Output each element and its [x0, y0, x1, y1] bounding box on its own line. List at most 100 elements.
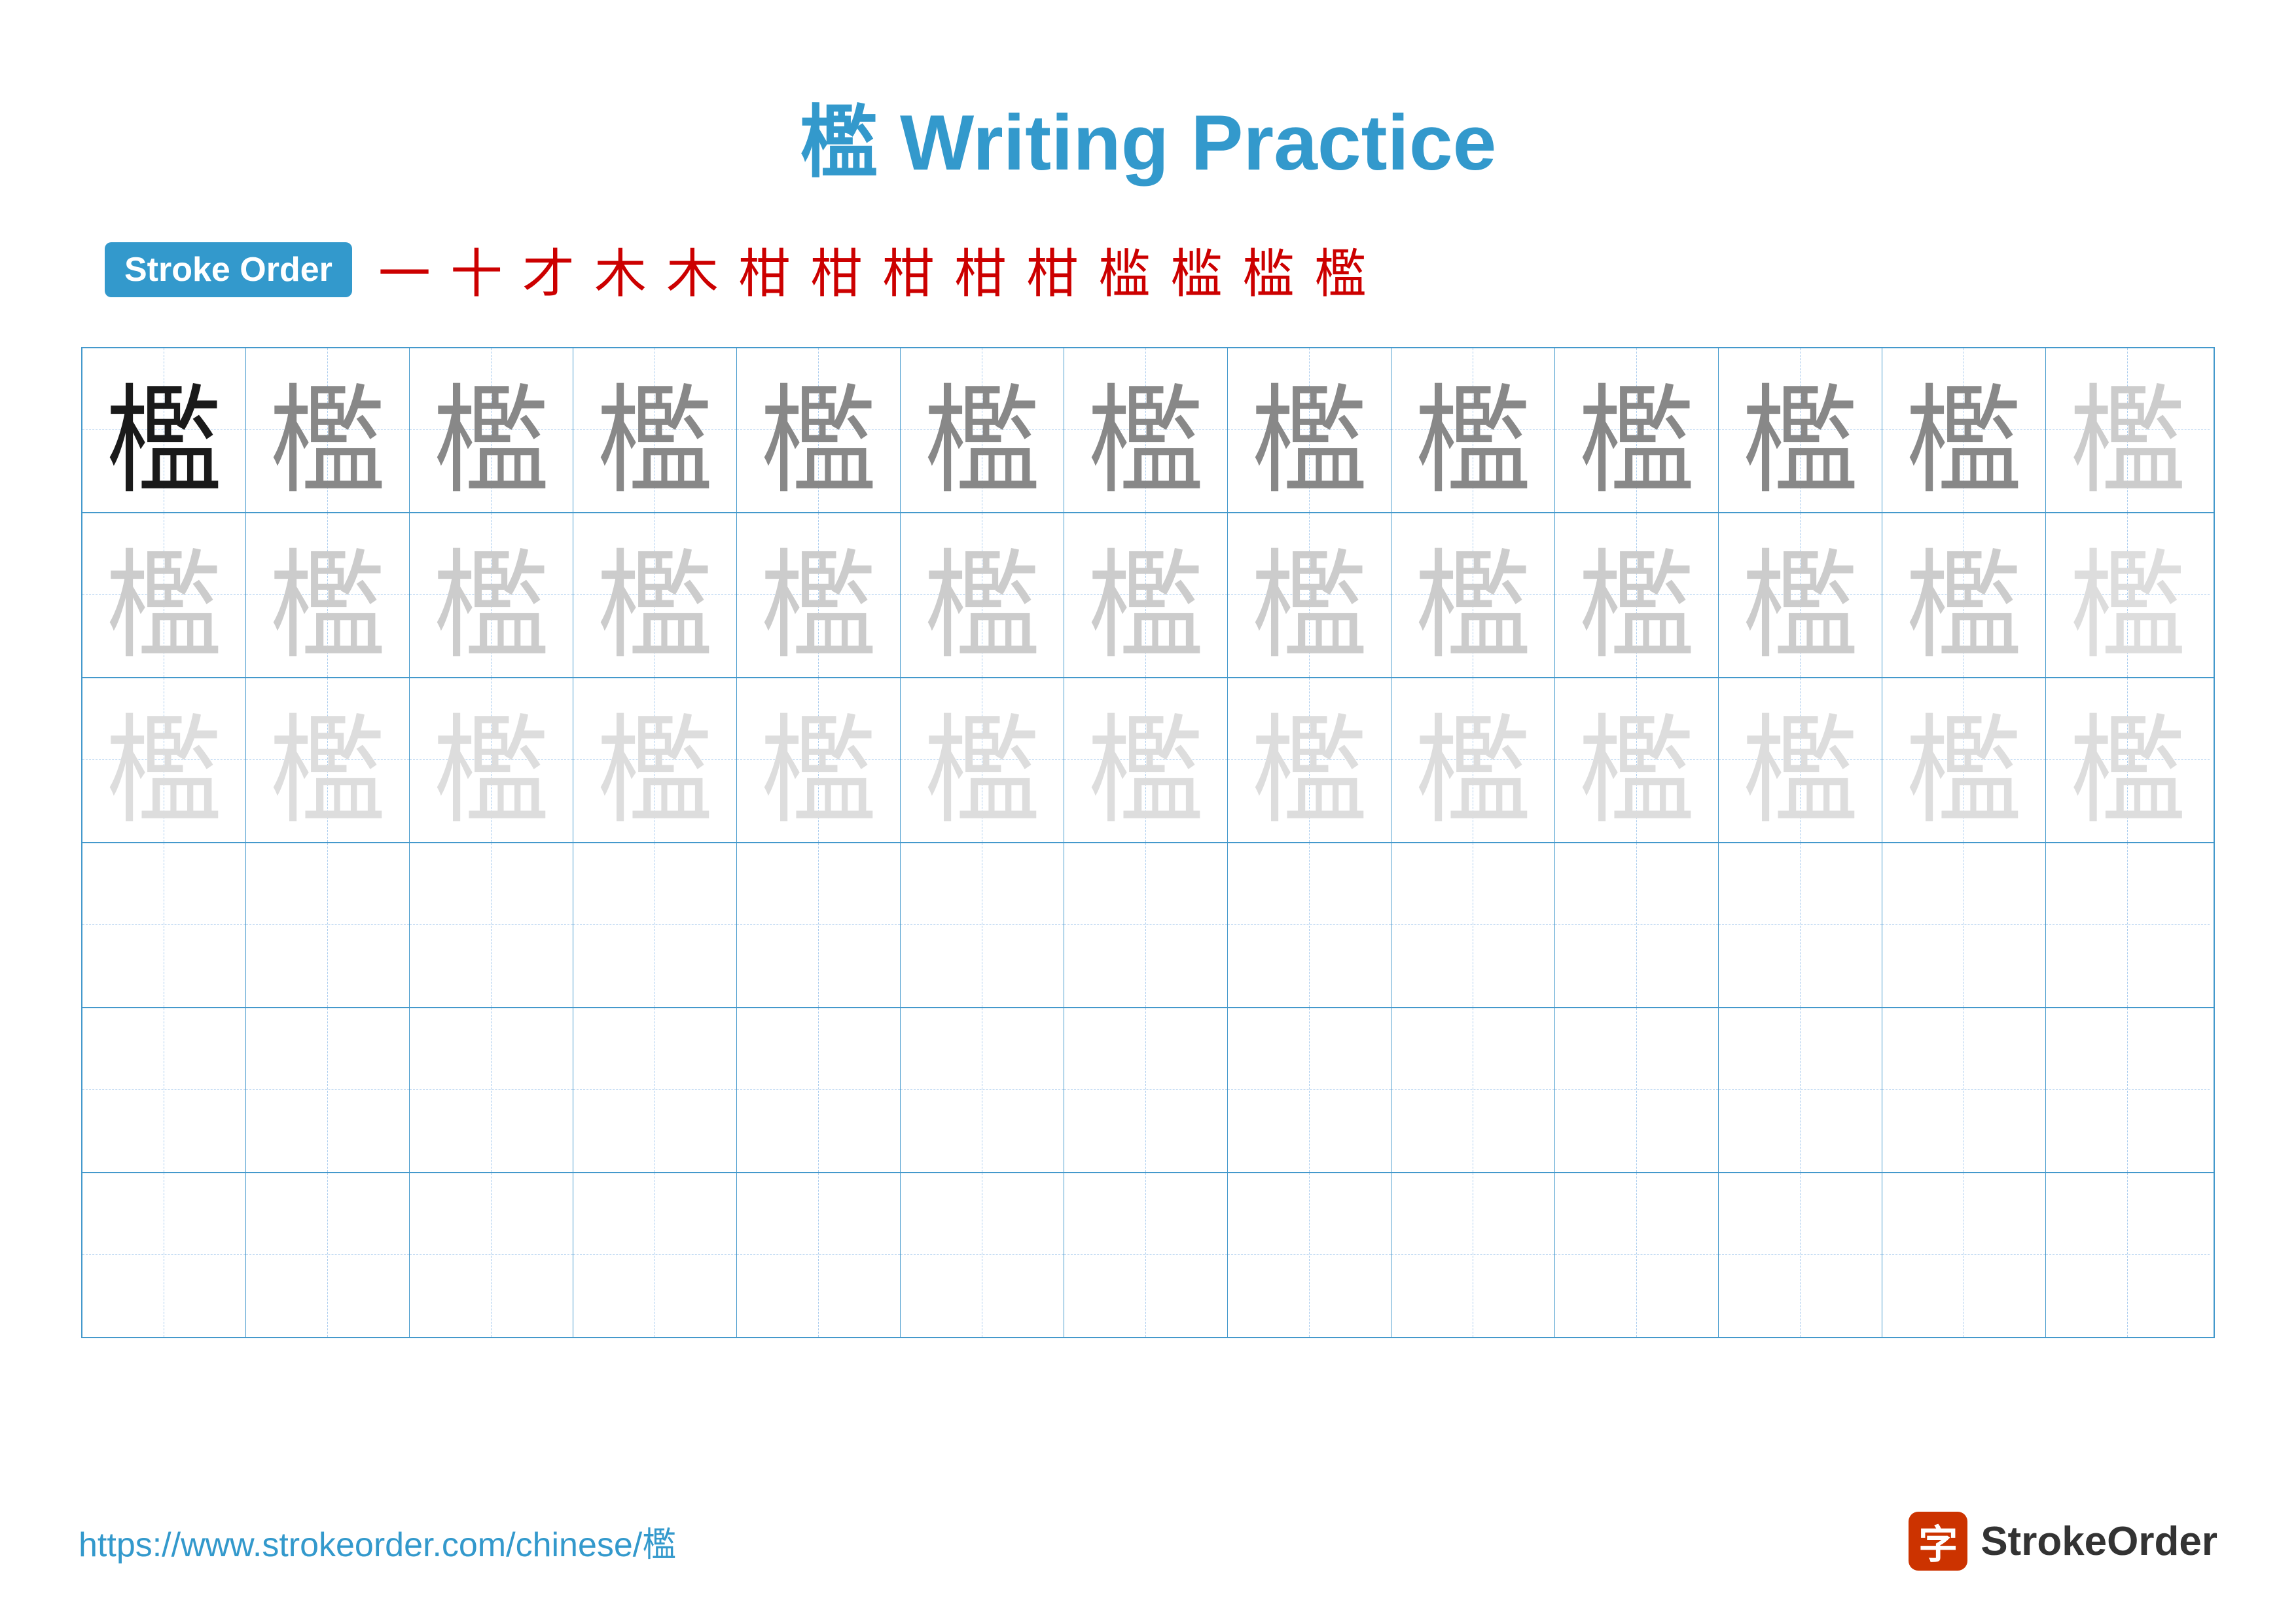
stroke-order-badge: Stroke Order [105, 242, 352, 297]
grid-cell-0-7[interactable]: 檻 [1228, 348, 1391, 512]
grid-cell-4-0[interactable] [82, 1008, 246, 1172]
grid-cell-1-3[interactable]: 檻 [573, 513, 737, 677]
grid-cell-3-8[interactable] [1391, 843, 1555, 1007]
grid-cell-2-7[interactable]: 檻 [1228, 678, 1391, 842]
grid-cell-0-1[interactable]: 檻 [246, 348, 410, 512]
grid-cell-3-1[interactable] [246, 843, 410, 1007]
grid-cell-4-11[interactable] [1882, 1008, 2046, 1172]
grid-cell-2-6[interactable]: 檻 [1064, 678, 1228, 842]
grid-cell-3-10[interactable] [1719, 843, 1882, 1007]
grid-cell-0-10[interactable]: 檻 [1719, 348, 1882, 512]
grid-cell-5-3[interactable] [573, 1173, 737, 1337]
grid-cell-4-5[interactable] [901, 1008, 1064, 1172]
grid-cell-0-3[interactable]: 檻 [573, 348, 737, 512]
grid-cell-0-11[interactable]: 檻 [1882, 348, 2046, 512]
grid-cell-2-11[interactable]: 檻 [1882, 678, 2046, 842]
practice-char: 檻 [1741, 348, 1859, 512]
grid-cell-1-8[interactable]: 檻 [1391, 513, 1555, 677]
grid-cell-5-2[interactable] [410, 1173, 573, 1337]
grid-cell-2-12[interactable]: 檻 [2046, 678, 2210, 842]
grid-cell-5-4[interactable] [737, 1173, 901, 1337]
stroke-step-9: 柑 [1026, 232, 1079, 308]
grid-cell-3-3[interactable] [573, 843, 737, 1007]
grid-cell-1-6[interactable]: 檻 [1064, 513, 1228, 677]
practice-grid: 檻檻檻檻檻檻檻檻檻檻檻檻檻檻檻檻檻檻檻檻檻檻檻檻檻檻檻檻檻檻檻檻檻檻檻檻檻檻檻 [81, 347, 2215, 1338]
grid-cell-3-0[interactable] [82, 843, 246, 1007]
grid-cell-2-8[interactable]: 檻 [1391, 678, 1555, 842]
practice-char: 檻 [2069, 678, 2187, 842]
grid-cell-2-0[interactable]: 檻 [82, 678, 246, 842]
grid-cell-3-2[interactable] [410, 843, 573, 1007]
grid-cell-4-7[interactable] [1228, 1008, 1391, 1172]
practice-char: 檻 [2069, 348, 2187, 512]
grid-cell-4-3[interactable] [573, 1008, 737, 1172]
grid-cell-3-4[interactable] [737, 843, 901, 1007]
grid-cell-5-6[interactable] [1064, 1173, 1228, 1337]
grid-cell-3-11[interactable] [1882, 843, 2046, 1007]
grid-cell-0-4[interactable]: 檻 [737, 348, 901, 512]
grid-cell-1-9[interactable]: 檻 [1555, 513, 1719, 677]
grid-cell-3-9[interactable] [1555, 843, 1719, 1007]
grid-cell-0-0[interactable]: 檻 [82, 348, 246, 512]
practice-char: 檻 [105, 513, 223, 677]
practice-char: 檻 [1414, 513, 1532, 677]
grid-cell-3-6[interactable] [1064, 843, 1228, 1007]
grid-cell-1-0[interactable]: 檻 [82, 513, 246, 677]
practice-char: 檻 [268, 678, 386, 842]
grid-cell-4-12[interactable] [2046, 1008, 2210, 1172]
practice-char: 檻 [432, 513, 550, 677]
grid-cell-4-9[interactable] [1555, 1008, 1719, 1172]
grid-cell-2-1[interactable]: 檻 [246, 678, 410, 842]
grid-cell-3-7[interactable] [1228, 843, 1391, 1007]
grid-cell-4-4[interactable] [737, 1008, 901, 1172]
grid-cell-1-5[interactable]: 檻 [901, 513, 1064, 677]
grid-row-1: 檻檻檻檻檻檻檻檻檻檻檻檻檻 [82, 513, 2214, 678]
grid-cell-5-9[interactable] [1555, 1173, 1719, 1337]
stroke-step-2: 才 [522, 232, 575, 308]
grid-cell-2-10[interactable]: 檻 [1719, 678, 1882, 842]
practice-char: 檻 [105, 348, 223, 512]
practice-char: 檻 [596, 513, 713, 677]
grid-cell-5-10[interactable] [1719, 1173, 1882, 1337]
grid-cell-4-10[interactable] [1719, 1008, 1882, 1172]
grid-cell-0-8[interactable]: 檻 [1391, 348, 1555, 512]
grid-cell-5-0[interactable] [82, 1173, 246, 1337]
grid-cell-1-2[interactable]: 檻 [410, 513, 573, 677]
grid-cell-3-12[interactable] [2046, 843, 2210, 1007]
grid-cell-4-6[interactable] [1064, 1008, 1228, 1172]
grid-cell-1-7[interactable]: 檻 [1228, 513, 1391, 677]
grid-cell-5-8[interactable] [1391, 1173, 1555, 1337]
grid-cell-1-11[interactable]: 檻 [1882, 513, 2046, 677]
practice-char: 檻 [1905, 678, 2022, 842]
grid-cell-2-2[interactable]: 檻 [410, 678, 573, 842]
grid-cell-2-5[interactable]: 檻 [901, 678, 1064, 842]
grid-cell-5-7[interactable] [1228, 1173, 1391, 1337]
grid-cell-1-12[interactable]: 檻 [2046, 513, 2210, 677]
footer: https://www.strokeorder.com/chinese/檻 字 … [79, 1472, 2217, 1571]
grid-row-3 [82, 843, 2214, 1008]
grid-cell-2-4[interactable]: 檻 [737, 678, 901, 842]
grid-cell-5-1[interactable] [246, 1173, 410, 1337]
grid-cell-4-1[interactable] [246, 1008, 410, 1172]
grid-cell-0-12[interactable]: 檻 [2046, 348, 2210, 512]
grid-cell-2-3[interactable]: 檻 [573, 678, 737, 842]
practice-char: 檻 [1086, 348, 1204, 512]
grid-cell-5-12[interactable] [2046, 1173, 2210, 1337]
grid-cell-0-6[interactable]: 檻 [1064, 348, 1228, 512]
grid-cell-0-5[interactable]: 檻 [901, 348, 1064, 512]
grid-cell-0-2[interactable]: 檻 [410, 348, 573, 512]
practice-char: 檻 [432, 348, 550, 512]
grid-cell-1-1[interactable]: 檻 [246, 513, 410, 677]
grid-cell-1-10[interactable]: 檻 [1719, 513, 1882, 677]
stroke-step-12: 槛 [1242, 232, 1295, 308]
grid-cell-3-5[interactable] [901, 843, 1064, 1007]
practice-char: 檻 [1250, 678, 1368, 842]
grid-cell-1-4[interactable]: 檻 [737, 513, 901, 677]
grid-cell-2-9[interactable]: 檻 [1555, 678, 1719, 842]
grid-cell-4-8[interactable] [1391, 1008, 1555, 1172]
grid-cell-5-11[interactable] [1882, 1173, 2046, 1337]
practice-char: 檻 [1905, 348, 2022, 512]
grid-cell-4-2[interactable] [410, 1008, 573, 1172]
grid-cell-5-5[interactable] [901, 1173, 1064, 1337]
grid-cell-0-9[interactable]: 檻 [1555, 348, 1719, 512]
